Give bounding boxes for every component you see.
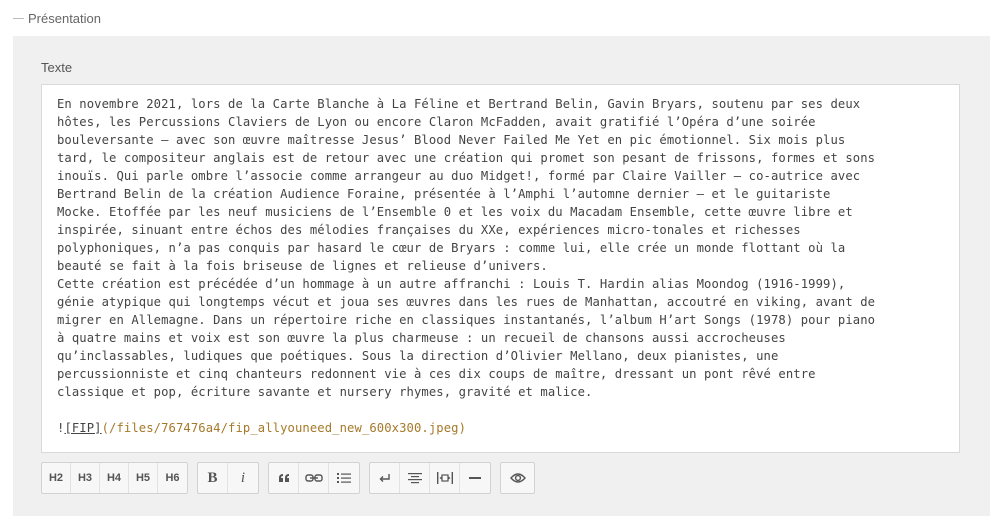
editor-line: inouïs. Qui parle ombre l’associe comme … — [57, 169, 861, 183]
h2-button[interactable]: H2 — [42, 463, 71, 493]
md-image-alt: [FIP] — [64, 421, 102, 435]
list-button[interactable] — [329, 463, 359, 493]
editor-line: à quatre mains et voix est son œuvre la … — [57, 331, 786, 345]
fieldset-legend-label: Présentation — [28, 11, 101, 26]
editor-line: beauté se fait à la fois briseuse de lig… — [57, 259, 548, 273]
image-markdown-line: ![FIP](/files/767476a4/fip_allyouneed_ne… — [57, 419, 944, 437]
fieldset-legend: Présentation — [13, 11, 101, 26]
horizontal-rule-icon — [469, 476, 481, 480]
line-break-button[interactable] — [370, 463, 400, 493]
align-center-button[interactable] — [400, 463, 430, 493]
format-group: B i — [197, 462, 259, 494]
insert-group — [268, 462, 360, 494]
preview-group — [500, 462, 535, 494]
h4-button[interactable]: H4 — [100, 463, 129, 493]
italic-button[interactable]: i — [228, 463, 258, 493]
editor-line: tard, le compositeur anglais est de reto… — [57, 151, 876, 165]
h3-button[interactable]: H3 — [71, 463, 100, 493]
list-icon — [337, 472, 351, 484]
layout-group — [369, 462, 491, 494]
markdown-editor[interactable]: En novembre 2021, lors de la Carte Blanc… — [41, 84, 960, 453]
editor-line: En novembre 2021, lors de la Carte Blanc… — [57, 97, 861, 111]
align-center-icon — [407, 472, 422, 484]
quote-icon — [278, 473, 290, 483]
justify-icon — [436, 472, 453, 484]
preview-eye-icon — [509, 472, 526, 484]
link-icon — [304, 473, 323, 483]
editor-toolbar: H2 H3 H4 H5 H6 B i — [41, 462, 535, 494]
editor-line: génie atypique qui longtemps vécut et jo… — [57, 295, 876, 309]
horizontal-rule-button[interactable] — [460, 463, 490, 493]
editor-line: Cette création est précédée d’un hommage… — [57, 277, 846, 291]
preview-button[interactable] — [501, 463, 534, 493]
editor-text: En novembre 2021, lors de la Carte Blanc… — [57, 95, 944, 419]
quote-button[interactable] — [269, 463, 299, 493]
md-image-url: (/files/767476a4/fip_allyouneed_new_600x… — [101, 421, 467, 435]
h5-button[interactable]: H5 — [129, 463, 158, 493]
editor-line: Bertrand Belin de la création Audience F… — [57, 187, 831, 201]
editor-line: bouleversante – avec son œuvre maîtresse… — [57, 133, 846, 147]
editor-line: migrer en Allemagne. Dans un répertoire … — [57, 313, 876, 327]
editor-line: qu’inclassables, ludiques que poétiques.… — [57, 349, 779, 363]
editor-line: percussionniste et cinq chanteurs redonn… — [57, 367, 816, 381]
editor-line: Mocke. Etoffée par les neuf musiciens de… — [57, 205, 853, 219]
editor-line: inspirée, sinuant entre échos des mélodi… — [57, 223, 801, 237]
field-label-texte: Texte — [41, 60, 73, 75]
heading-group: H2 H3 H4 H5 H6 — [41, 462, 188, 494]
line-break-icon — [379, 473, 391, 483]
editor-line: hôtes, les Percussions Claviers de Lyon … — [57, 115, 816, 129]
justify-button[interactable] — [430, 463, 460, 493]
editor-line: classique et pop, écriture savante et nu… — [57, 385, 593, 399]
bold-button[interactable]: B — [198, 463, 228, 493]
legend-line — [13, 18, 24, 19]
link-button[interactable] — [299, 463, 329, 493]
h6-button[interactable]: H6 — [158, 463, 187, 493]
editor-line: polyphoniques, n’a pas conquis par hasar… — [57, 241, 846, 255]
